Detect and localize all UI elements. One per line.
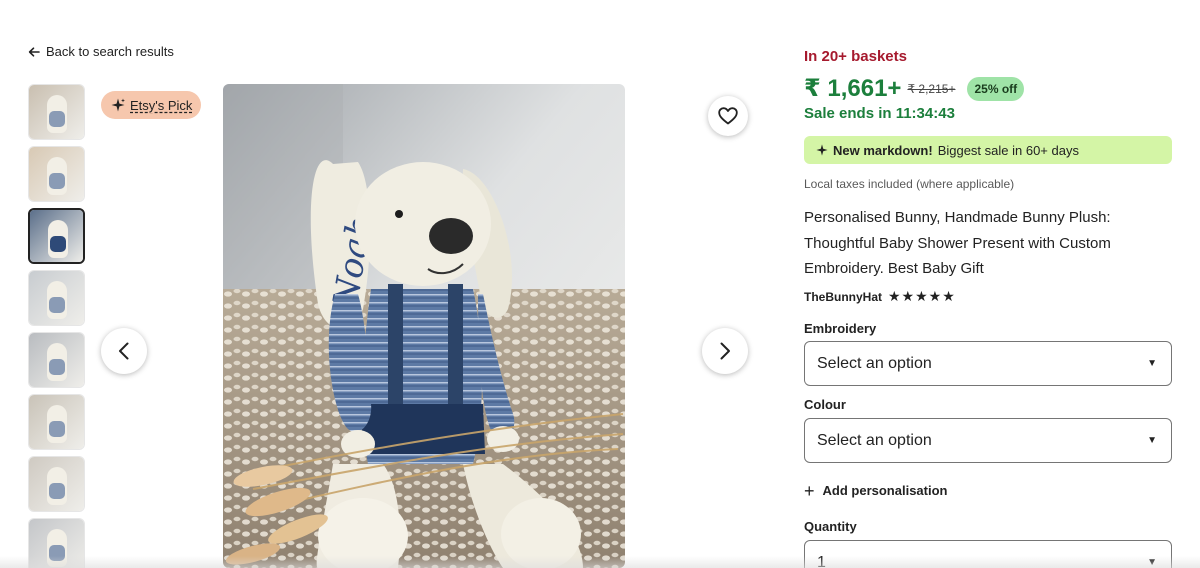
heart-icon [718, 107, 738, 125]
chevron-left-icon [119, 342, 129, 360]
arrow-left-icon [28, 46, 40, 57]
discount-badge: 25% off [967, 76, 1025, 101]
etsys-pick-label: Etsy's Pick [130, 97, 193, 113]
shop-name-link[interactable]: TheBunnyHat [804, 290, 882, 304]
markdown-text: Biggest sale in 60+ days [937, 142, 1079, 158]
gallery-thumbnail[interactable] [28, 394, 85, 450]
embroidery-select-value: Select an option [817, 354, 932, 372]
etsys-pick-badge[interactable]: Etsy's Pick [101, 91, 202, 119]
gallery-thumbnail[interactable] [28, 270, 85, 326]
shop-row: TheBunnyHat ★★★★★ [804, 288, 956, 305]
chevron-right-icon [720, 342, 730, 360]
add-personalisation-button[interactable]: + Add personalisation [804, 480, 948, 501]
main-product-image[interactable]: Noah [223, 84, 625, 568]
gallery-thumbnail[interactable] [28, 84, 85, 140]
plus-icon: + [804, 480, 815, 501]
colour-select[interactable]: Select an option ▼ [804, 418, 1172, 463]
back-to-search-link[interactable]: Back to search results [28, 44, 174, 59]
quantity-select[interactable]: 1 ▼ [804, 540, 1172, 568]
thumbnail-strip [28, 84, 85, 568]
quantity-select-value: 1 [817, 553, 826, 568]
product-title: Personalised Bunny, Handmade Bunny Plush… [804, 209, 1111, 277]
gallery-thumbnail[interactable] [28, 146, 85, 202]
gallery-thumbnail[interactable] [28, 456, 85, 512]
quantity-label: Quantity [804, 519, 857, 534]
add-personalisation-label: Add personalisation [822, 483, 948, 498]
next-image-button[interactable] [702, 328, 748, 374]
markdown-title: New markdown! [833, 142, 933, 158]
gallery-thumbnail[interactable] [28, 208, 85, 264]
back-link-label: Back to search results [46, 44, 174, 59]
colour-label: Colour [804, 397, 846, 412]
embroidery-label: Embroidery [804, 321, 877, 336]
sparkle-icon [111, 98, 125, 112]
dropdown-caret-icon: ▼ [1147, 358, 1157, 369]
dropdown-caret-icon: ▼ [1147, 557, 1157, 568]
gallery-thumbnail[interactable] [28, 518, 85, 568]
colour-select-value: Select an option [817, 431, 932, 449]
sale-countdown: Sale ends in 11:34:43 [804, 105, 955, 122]
dropdown-caret-icon: ▼ [1147, 435, 1157, 446]
current-price: ₹ 1,661+ [804, 75, 902, 102]
price-row: ₹ 1,661+ ₹ 2,215+ 25% off [804, 74, 1025, 103]
favorite-button[interactable] [708, 96, 748, 136]
sparkle-icon [816, 144, 828, 156]
original-price: ₹ 2,215+ [907, 81, 956, 96]
taxes-note: Local taxes included (where applicable) [804, 177, 1015, 191]
previous-image-button[interactable] [101, 328, 147, 374]
rating-stars[interactable]: ★★★★★ [888, 288, 956, 305]
baskets-count: In 20+ baskets [804, 48, 907, 65]
markdown-banner: New markdown! Biggest sale in 60+ days [804, 136, 1172, 164]
gallery-thumbnail[interactable] [28, 332, 85, 388]
embroidery-select[interactable]: Select an option ▼ [804, 341, 1172, 386]
